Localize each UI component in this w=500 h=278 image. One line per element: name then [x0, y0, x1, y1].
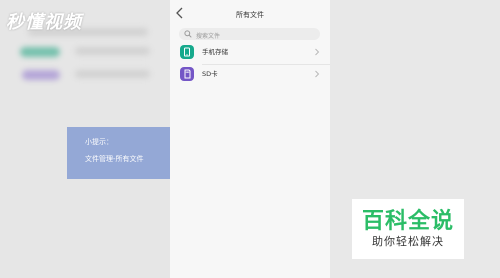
phone-icon	[180, 45, 194, 59]
list-item-phone-storage[interactable]: 手机存储	[170, 44, 330, 62]
blurred-green-bar	[20, 47, 60, 57]
tip-title: 小提示：	[85, 138, 113, 146]
search-placeholder: 搜索文件	[196, 32, 221, 40]
list-item-label: 手机存储	[202, 48, 228, 56]
sd-card-icon	[180, 67, 194, 81]
search-input[interactable]: 搜索文件	[179, 28, 320, 40]
list-item-label: SD卡	[202, 70, 218, 78]
page-title: 所有文件	[236, 11, 264, 19]
watermark-logo: 秒懂视频	[6, 12, 82, 33]
search-icon	[184, 30, 192, 38]
blurred-purple-bar	[22, 70, 60, 80]
baike-watermark: 百科全说 助你轻松解决	[352, 199, 464, 259]
chevron-right-icon	[315, 70, 320, 78]
divider	[202, 64, 330, 65]
blurred-bar	[75, 70, 150, 78]
chevron-right-icon	[315, 48, 320, 56]
top-bar: 所有文件	[170, 0, 330, 26]
tip-body: 文件管理-所有文件	[85, 155, 144, 163]
tip-box: 小提示： 文件管理-所有文件	[67, 127, 170, 179]
watermark-title: 百科全说	[361, 209, 454, 234]
watermark-subtitle: 助你轻松解决	[372, 235, 444, 248]
blurred-bar	[75, 47, 150, 55]
list-item-sd-card[interactable]: SD卡	[170, 66, 330, 84]
file-manager-screen: 所有文件 搜索文件 手机存储 SD卡	[170, 0, 330, 278]
